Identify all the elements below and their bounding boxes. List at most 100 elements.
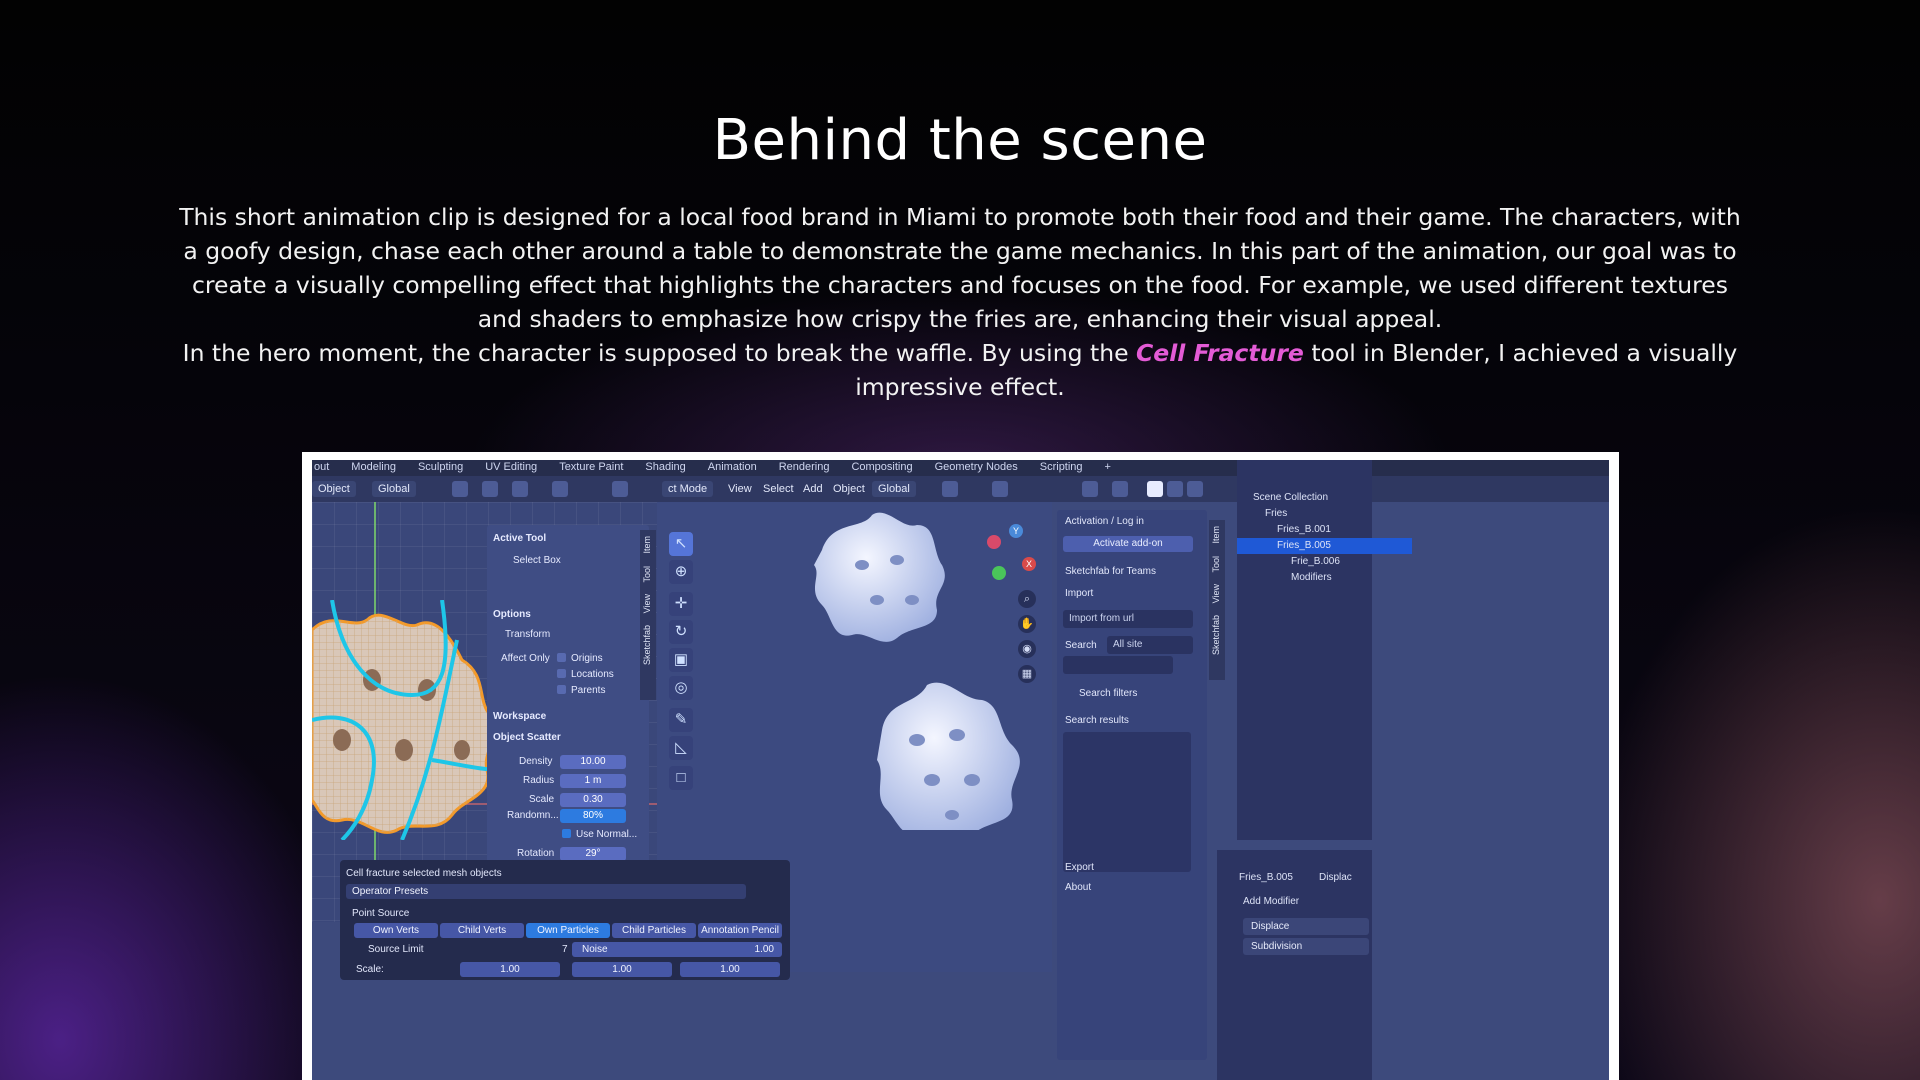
parents-checkbox: Parents <box>557 685 605 696</box>
properties-modifier-name: Displac <box>1319 872 1352 883</box>
camera-icon: ◉ <box>1018 640 1036 658</box>
intro-paragraph-2-start: In the hero moment, the character is sup… <box>182 339 1137 367</box>
active-tool-header: Active Tool <box>493 533 547 544</box>
source-child-particles: Child Particles <box>612 923 696 938</box>
scale-y-field: 1.00 <box>572 962 672 977</box>
pivot-icon-main <box>942 481 958 497</box>
noise-field: Noise 1.00 <box>572 942 782 957</box>
scene-collection: Scene Collection <box>1253 492 1329 503</box>
view-menu: View <box>728 483 752 495</box>
upper-fragment <box>814 512 945 642</box>
sketchfab-panel: Activation / Log in Activate add-on Sket… <box>1057 510 1207 1060</box>
measure-tool-icon: ◺ <box>669 736 693 760</box>
sidebar-n-panel: Active Tool Select Box Options Transform… <box>487 525 649 865</box>
blender-screenshot-frame: out Modeling Sculpting UV Editing Textur… <box>302 452 1619 1080</box>
transform-header: Transform <box>505 629 551 640</box>
scale-field: 0.30 <box>560 793 626 807</box>
proportional-icon <box>512 481 528 497</box>
grid-view-icon: ▦ <box>1018 665 1036 683</box>
tab-item: Item <box>642 536 652 554</box>
annotate-tool-icon: ✎ <box>669 708 693 732</box>
about-header: About <box>1065 882 1092 893</box>
orientation-menu-left: Global <box>372 481 416 497</box>
rotate-tool-icon: ↻ <box>669 620 693 644</box>
shading-render-icon <box>1187 481 1203 497</box>
import-url-field: Import from url <box>1063 610 1193 628</box>
intro-paragraph-1: This short animation clip is designed fo… <box>179 203 1741 333</box>
properties-object-name: Fries_B.005 <box>1239 872 1293 883</box>
workspace-header: Workspace <box>493 711 547 722</box>
gizmo-icon <box>612 481 628 497</box>
transform-tool-icon: ◎ <box>669 676 693 700</box>
tab-modeling: Modeling <box>351 461 396 473</box>
options-header: Options <box>493 609 531 620</box>
page-title: Behind the scene <box>712 108 1208 173</box>
add-workspace-button: + <box>1104 461 1111 473</box>
gizmo-neg-x <box>987 535 1001 549</box>
zoom-icon: ⌕ <box>1018 590 1036 608</box>
overlay-icon-main <box>1082 481 1098 497</box>
modifier-subdivision: Subdivision <box>1243 938 1369 955</box>
object-mode-menu: Object <box>312 481 356 497</box>
cell-fracture-highlight: Cell Fracture <box>1136 339 1304 367</box>
cell-fracture-panel: Cell fracture selected mesh objects Oper… <box>340 860 790 980</box>
overlay-icon <box>552 481 568 497</box>
activation-header: Activation / Log in <box>1065 516 1144 527</box>
locations-label: Locations <box>571 669 614 680</box>
tab-shading: Shading <box>645 461 686 473</box>
tab-view-right: View <box>1211 584 1221 604</box>
outliner-item-frie-b006: Frie_B.006 <box>1291 556 1340 567</box>
add-menu: Add <box>803 483 823 495</box>
tab-rendering: Rendering <box>778 461 830 473</box>
tab-sketchfab-right: Sketchfab <box>1211 615 1221 656</box>
header-toolbar: Object Global ct Mode View Select Add Ob… <box>312 476 1609 502</box>
origins-label: Origins <box>571 653 603 664</box>
source-own-particles: Own Particles <box>526 923 610 938</box>
operator-presets: Operator Presets <box>346 884 746 899</box>
tab-sketchfab: Sketchfab <box>642 625 652 666</box>
source-own-verts: Own Verts <box>354 923 438 938</box>
pivot-icon <box>452 481 468 497</box>
use-normal-label: Use Normal... <box>576 829 638 840</box>
noise-label: Noise <box>582 944 608 955</box>
gizmo-y-axis: Y <box>1009 524 1023 538</box>
scale-z-field: 1.00 <box>680 962 780 977</box>
intro-text: This short animation clip is designed fo… <box>175 200 1745 404</box>
tab-tool-right: Tool <box>1211 555 1221 573</box>
intro-paragraph-2: In the hero moment, the character is sup… <box>175 336 1745 404</box>
outliner-panel: Scene Collection Fries Fries_B.001 Fries… <box>1237 460 1412 840</box>
search-filters-toggle: Search filters <box>1079 688 1138 699</box>
tab-sculpting: Sculpting <box>417 461 464 473</box>
blender-screenshot: out Modeling Sculpting UV Editing Textur… <box>312 460 1609 1080</box>
tab-compositing: Compositing <box>851 461 913 473</box>
tab-animation: Animation <box>707 461 757 473</box>
point-source-label: Point Source <box>352 908 410 919</box>
select-menu: Select <box>763 483 794 495</box>
n-panel-tabs: Item Tool View Sketchfab <box>640 530 656 700</box>
scale-vector-label: Scale: <box>356 964 384 975</box>
tab-texture-paint: Texture Paint <box>559 461 624 473</box>
outliner-item-modifiers: Modifiers <box>1291 572 1332 583</box>
outliner-item-fries: Fries <box>1265 508 1288 519</box>
activate-addon-button: Activate add-on <box>1063 536 1193 552</box>
select-tool-icon: ↖ <box>669 532 693 556</box>
sketchfab-tabs: Item Tool View Sketchfab <box>1209 520 1225 680</box>
xray-icon <box>1112 481 1128 497</box>
origins-checkbox: Origins <box>557 653 603 664</box>
wireframe-waffle <box>312 600 502 840</box>
tool-shelf: ↖ ⊕ ✛ ↻ ▣ ◎ ✎ ◺ □ <box>665 522 697 792</box>
tab-scripting: Scripting <box>1039 461 1083 473</box>
edit-mode-menu: ct Mode <box>662 481 714 497</box>
random-field: 80% <box>560 809 626 823</box>
add-modifier-menu: Add Modifier <box>1243 896 1300 907</box>
rotation-label: Rotation <box>517 848 555 859</box>
density-field: 10.00 <box>560 755 626 769</box>
import-header: Import <box>1065 588 1094 599</box>
tab-item-right: Item <box>1211 526 1221 544</box>
locations-checkbox: Locations <box>557 669 614 680</box>
snap-icon-main <box>992 481 1008 497</box>
waffle-fragments <box>814 512 1020 830</box>
modifier-displace: Displace <box>1243 918 1369 935</box>
operator-title: Cell fracture selected mesh objects <box>346 868 502 879</box>
tab-uv-editing: UV Editing <box>485 461 538 473</box>
